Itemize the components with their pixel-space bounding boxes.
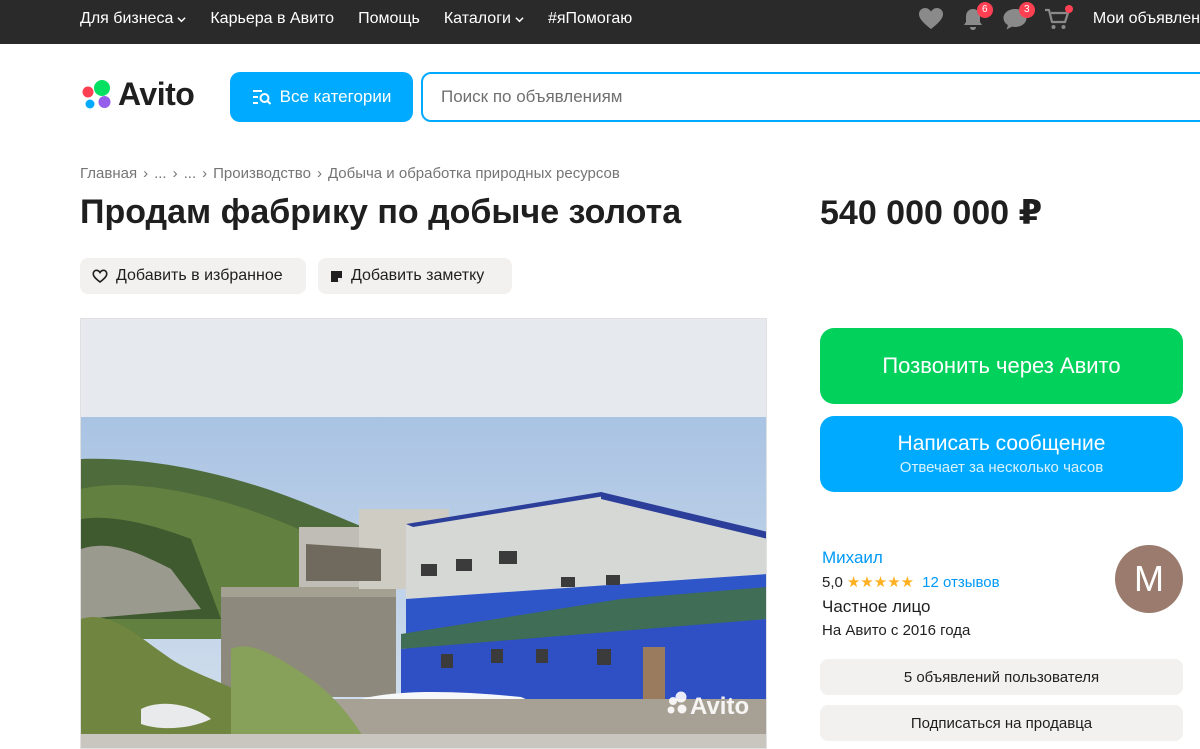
breadcrumb-separator: › bbox=[316, 165, 322, 182]
my-ads-link[interactable]: Мои объявлен bbox=[1093, 10, 1200, 28]
cart-dot bbox=[1064, 5, 1073, 13]
messages-button[interactable]: 3 bbox=[1001, 2, 1035, 33]
breadcrumb-separator: › bbox=[202, 165, 208, 182]
top-bar: Для бизнеса Карьера в Авито Помощь Катал… bbox=[0, 0, 1200, 44]
breadcrumb-separator: › bbox=[143, 165, 149, 182]
breadcrumb-separator: › bbox=[172, 165, 178, 182]
breadcrumb-item-ellipsis[interactable]: ... bbox=[184, 165, 197, 182]
heart-outline-icon bbox=[92, 269, 108, 283]
chevron-down-icon bbox=[177, 16, 186, 22]
call-label: Позвонить через Авито bbox=[882, 353, 1121, 378]
favorites-button[interactable] bbox=[917, 5, 945, 33]
nav-catalogs[interactable]: Каталоги bbox=[444, 10, 524, 28]
write-message-button[interactable]: Написать сообщение Отвечает за несколько… bbox=[820, 416, 1183, 492]
top-right-actions: 6 3 Мои объявлен bbox=[917, 0, 1200, 38]
nav-ya-pomogayu[interactable]: #яПомогаю bbox=[548, 10, 632, 28]
seller-ads-button[interactable]: 5 объявлений пользователя bbox=[820, 659, 1183, 695]
factory-photo: Avito bbox=[81, 319, 766, 748]
breadcrumb-item-production[interactable]: Производство bbox=[213, 165, 311, 182]
seller-name-link[interactable]: Михаил bbox=[822, 548, 883, 568]
nav-label: Каталоги bbox=[443, 10, 511, 27]
notifications-button[interactable]: 6 bbox=[959, 2, 993, 33]
seller-rating: 5,0 ★★★★★ 12 отзывов bbox=[822, 573, 1000, 592]
nav-for-business[interactable]: Для бизнеса bbox=[80, 10, 186, 28]
breadcrumb: Главная › ... › ... › Производство › Доб… bbox=[80, 165, 620, 182]
avito-logo[interactable]: Avito bbox=[80, 76, 195, 113]
seller-type: Частное лицо bbox=[822, 597, 931, 616]
all-categories-label: Все категории bbox=[279, 87, 392, 106]
logo-text: Avito bbox=[118, 76, 195, 112]
breadcrumb-item-home[interactable]: Главная bbox=[80, 165, 137, 182]
breadcrumb-item-mining[interactable]: Добыча и обработка природных ресурсов bbox=[328, 165, 620, 182]
reviews-link[interactable]: 12 отзывов bbox=[922, 574, 1000, 591]
nav-help[interactable]: Помощь bbox=[358, 10, 420, 28]
breadcrumb-item-ellipsis[interactable]: ... bbox=[154, 165, 167, 182]
listing-price: 540 000 000 ₽ bbox=[820, 194, 1043, 232]
note-icon bbox=[331, 270, 342, 282]
notifications-badge: 6 bbox=[976, 2, 993, 18]
category-search-icon bbox=[252, 90, 271, 105]
chevron-down-icon bbox=[515, 16, 524, 22]
avatar[interactable]: М bbox=[1115, 545, 1183, 613]
message-response-time: Отвечает за несколько часов bbox=[899, 459, 1104, 476]
add-to-favorites-button[interactable]: Добавить в избранное bbox=[80, 258, 306, 294]
add-to-favorites-label: Добавить в избранное bbox=[116, 267, 283, 284]
nav-career[interactable]: Карьера в Авито bbox=[210, 10, 334, 28]
message-label: Написать сообщение bbox=[897, 432, 1106, 455]
cart-button[interactable] bbox=[1043, 5, 1073, 33]
top-nav: Для бизнеса Карьера в Авито Помощь Катал… bbox=[80, 0, 632, 38]
add-note-label: Добавить заметку bbox=[351, 267, 485, 284]
rating-stars-icon: ★★★★★ bbox=[846, 574, 915, 591]
svg-text:Avito: Avito bbox=[690, 693, 749, 720]
search-input[interactable] bbox=[421, 72, 1200, 122]
listing-photo[interactable]: Avito bbox=[80, 318, 767, 749]
subscribe-seller-button[interactable]: Подписаться на продавца bbox=[820, 705, 1183, 741]
heart-icon bbox=[918, 8, 943, 29]
nav-label: Для бизнеса bbox=[80, 10, 174, 27]
nav-label: Карьера в Авито bbox=[210, 10, 335, 27]
nav-label: #яПомогаю bbox=[547, 10, 633, 27]
all-categories-button[interactable]: Все категории bbox=[230, 72, 413, 122]
listing-title: Продам фабрику по добыче золота bbox=[80, 193, 682, 231]
rating-value: 5,0 bbox=[822, 573, 843, 591]
seller-since: На Авито с 2016 года bbox=[822, 622, 971, 639]
call-via-avito-button[interactable]: Позвонить через Авито bbox=[820, 328, 1183, 404]
nav-label: Помощь bbox=[358, 10, 420, 27]
add-note-button[interactable]: Добавить заметку bbox=[318, 258, 512, 294]
messages-badge: 3 bbox=[1018, 2, 1035, 18]
avito-logo-icon bbox=[82, 79, 111, 108]
